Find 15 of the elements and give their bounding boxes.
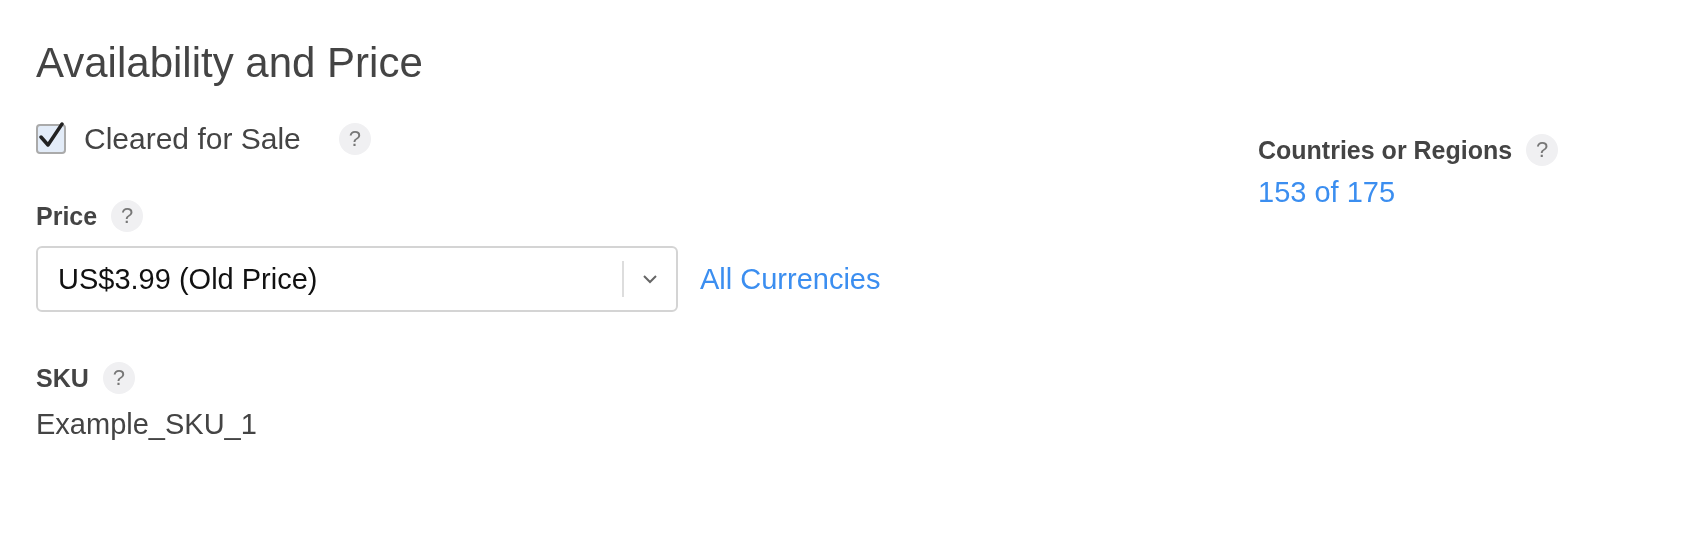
help-button[interactable]: ? (111, 200, 144, 233)
field-label: Price (36, 201, 98, 231)
help-button[interactable]: ? (1526, 134, 1559, 167)
sku-value: Example_SKU_1 (36, 408, 258, 442)
currencies-link[interactable]: All Currencies (700, 262, 881, 296)
page-title: Availability and Price (36, 40, 424, 87)
checkbox[interactable] (36, 124, 66, 155)
checkbox-label: Cleared for Sale (84, 122, 301, 157)
help-button[interactable]: ? (338, 123, 371, 156)
chevron-down-icon (642, 274, 658, 285)
countries-link[interactable]: 153 of 175 (1258, 176, 1396, 210)
field-label: Countries or Regions (1258, 135, 1513, 165)
price-select[interactable]: US$3.99 (Old Price) (36, 246, 678, 313)
field-label: SKU (36, 363, 89, 393)
help-button[interactable]: ? (102, 362, 135, 395)
